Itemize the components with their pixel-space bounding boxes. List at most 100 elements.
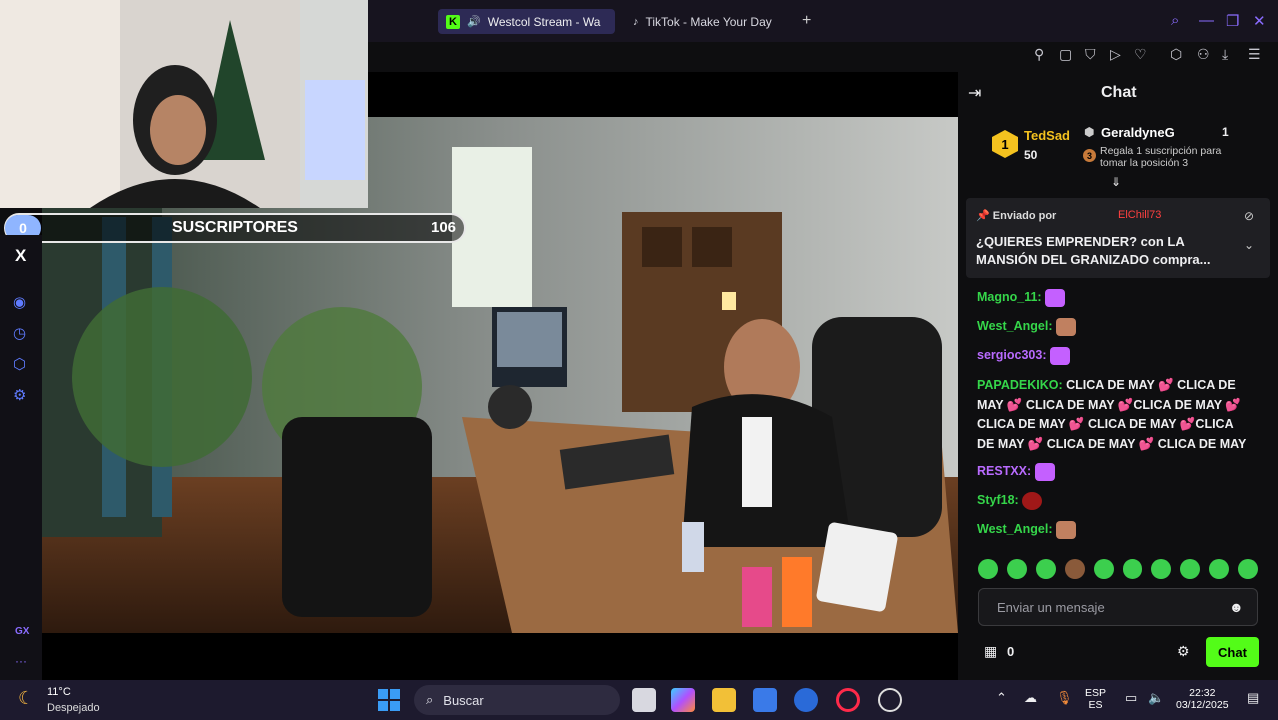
heart-icon[interactable]: ♡ — [1134, 46, 1147, 63]
opera-gx-icon[interactable] — [836, 688, 860, 712]
chat-username[interactable]: Magno_11: — [977, 290, 1042, 304]
x-social-icon[interactable]: X — [15, 246, 26, 266]
subscriber-label: SUSCRIPTORES — [172, 219, 298, 236]
collapse-chat-icon[interactable]: ⇥ — [968, 83, 981, 103]
maximize-icon[interactable]: ❐ — [1226, 12, 1239, 30]
emote-icon[interactable] — [1006, 559, 1027, 579]
download-icon[interactable]: ⤓ — [1222, 46, 1228, 63]
chat-title: Chat — [1101, 84, 1137, 101]
send-chat-button[interactable]: Chat — [1206, 637, 1259, 667]
leaderboard-first-amount: 50 — [1024, 148, 1038, 162]
player-icon[interactable]: ◉ — [13, 293, 26, 311]
history-icon[interactable]: ◷ — [13, 324, 26, 342]
tab-label: Westcol Stream - Wa — [487, 14, 601, 29]
pinned-user[interactable]: ElChill73 — [1118, 209, 1161, 221]
chat-username[interactable]: PAPADEKIKO: — [977, 378, 1063, 392]
pin-icon[interactable]: ⚲ — [1034, 46, 1044, 63]
search-icon: ⌕ — [426, 692, 434, 707]
weather-moon-icon[interactable]: ☾ — [18, 688, 34, 709]
gx-icon[interactable]: GX — [15, 626, 29, 637]
emote-icon[interactable] — [1064, 559, 1085, 579]
minimize-icon[interactable]: — — [1199, 12, 1214, 29]
extensions-icon[interactable]: ⬡ — [1170, 46, 1182, 63]
pinned-by-label: 📌 Enviado por — [976, 209, 1056, 222]
file-explorer-icon[interactable] — [712, 688, 736, 712]
search-icon[interactable]: ⌕ — [1171, 12, 1179, 29]
chat-username[interactable]: sergioc303: — [977, 348, 1046, 362]
tab-tiktok[interactable]: ♪ TikTok - Make Your Day — [625, 9, 795, 34]
chat-message: Styf18: — [977, 491, 1252, 511]
input-placeholder: Enviar un mensaje — [997, 599, 1105, 615]
clock-date: 03/12/2025 — [1176, 699, 1229, 711]
chat-username[interactable]: RESTXX: — [977, 464, 1031, 478]
onedrive-icon[interactable]: ☁ — [1024, 690, 1037, 706]
play-icon[interactable]: ▷ — [1110, 46, 1121, 63]
emoji-picker-icon[interactable]: ☻ — [1229, 599, 1244, 615]
chat-username[interactable]: Styf18: — [977, 493, 1019, 507]
task-view-icon[interactable] — [632, 688, 656, 712]
expand-leaderboard-icon[interactable]: ⇓ — [1111, 175, 1121, 189]
chat-settings-icon[interactable]: ⚙ — [1177, 643, 1190, 660]
points-icon[interactable]: ▦ — [984, 643, 997, 660]
emote-icon — [1022, 491, 1043, 510]
menu-icon[interactable]: ☰ — [1248, 46, 1261, 63]
more-icon[interactable]: ··· — [15, 654, 27, 668]
emote-icon — [1034, 462, 1055, 481]
microphone-icon[interactable]: 🎙 — [1056, 690, 1073, 706]
lang-top: ESP — [1085, 687, 1107, 699]
leaderboard-first-name[interactable]: TedSad — [1024, 128, 1070, 143]
notification-icon[interactable]: ▤ — [1247, 690, 1259, 706]
emote-icon[interactable] — [1035, 559, 1056, 579]
tiktok-icon: ♪ — [633, 15, 639, 28]
store-icon[interactable] — [753, 688, 777, 712]
new-tab-button[interactable]: + — [802, 12, 811, 30]
screenshot-icon[interactable]: ▢ — [1059, 46, 1072, 63]
extensions-sidebar-icon[interactable]: ⬡ — [13, 355, 26, 373]
weather-desc: Despejado — [47, 702, 100, 714]
emote-icon[interactable] — [1238, 559, 1259, 579]
emote-icon[interactable] — [978, 559, 998, 579]
clock-time: 22:32 — [1189, 687, 1216, 699]
emote-icon — [1049, 346, 1070, 365]
weather-temp[interactable]: 11°C — [47, 686, 71, 698]
tray-chevron-up-icon[interactable]: ⌃ — [996, 690, 1007, 706]
chevron-down-icon[interactable]: ⌄ — [1244, 238, 1254, 252]
clock[interactable]: 22:32 03/12/2025 — [1176, 687, 1229, 711]
language-indicator[interactable]: ESP ES — [1085, 687, 1106, 711]
chat-message: West_Angel: — [977, 317, 1252, 337]
volume-icon[interactable]: 🔈 — [1148, 690, 1164, 706]
chat-message-input[interactable]: Enviar un mensaje — [978, 588, 1258, 626]
pin-icon: 📌 — [976, 210, 993, 222]
emote-icon — [1055, 317, 1076, 336]
emote-icon[interactable] — [1180, 559, 1201, 579]
points-count: 0 — [1007, 644, 1015, 659]
profile-icon[interactable]: ⚇ — [1197, 46, 1210, 63]
emote-icon[interactable] — [1151, 559, 1172, 579]
tab-westcol-stream[interactable]: K 🔊 Westcol Stream - Wa — [438, 9, 615, 34]
gift-sub-text[interactable]: Regala 1 suscripción para tomar la posic… — [1100, 145, 1250, 169]
emote-icon[interactable] — [1122, 559, 1143, 579]
chat-message: PAPADEKIKO: CLICA DE MAY 💕 CLICA DE MAY … — [977, 376, 1252, 454]
chat-username[interactable]: West_Angel: — [977, 319, 1052, 333]
windows-start-icon[interactable] — [378, 689, 400, 711]
steam-icon[interactable] — [878, 688, 902, 712]
close-icon[interactable]: ✕ — [1253, 12, 1266, 30]
network-icon[interactable]: ▭ — [1125, 690, 1137, 706]
emote-icon[interactable] — [1093, 559, 1114, 579]
emote-bar — [978, 559, 1259, 579]
copilot-icon[interactable] — [671, 688, 695, 712]
subscriber-goal: 106 — [431, 219, 457, 236]
chat-username[interactable]: West_Angel: — [977, 522, 1052, 536]
settings-icon[interactable]: ⚙ — [13, 386, 26, 404]
shield-icon[interactable]: ⛉ — [1085, 46, 1096, 63]
emote-icon[interactable] — [1209, 559, 1230, 579]
taskbar-search[interactable]: ⌕ Buscar — [414, 685, 620, 715]
hide-pin-icon[interactable]: ⊘ — [1244, 209, 1254, 223]
lang-bottom: ES — [1088, 699, 1103, 711]
pinned-text: ¿QUIERES EMPRENDER? con LA MANSIÓN DEL G… — [976, 234, 1211, 267]
speaker-icon: 🔊 — [467, 16, 481, 28]
outlook-icon[interactable] — [794, 688, 818, 712]
leaderboard-second-name[interactable]: GeraldyneG — [1101, 125, 1175, 140]
tab-label: TikTok - Make Your Day — [645, 14, 772, 29]
chat-message: Magno_11: — [977, 288, 1252, 308]
